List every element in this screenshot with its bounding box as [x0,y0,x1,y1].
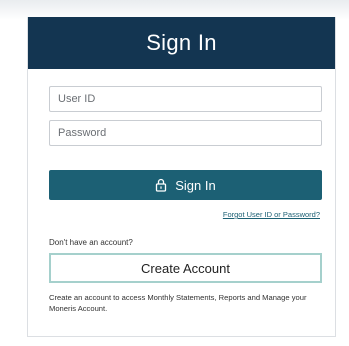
signin-card: Sign In Sign In Forgot User ID or Passwo… [27,17,336,337]
create-account-description: Create an account to access Monthly Stat… [49,293,307,313]
user-id-field[interactable] [49,86,322,112]
password-field[interactable] [49,120,322,146]
signin-button-label: Sign In [175,177,216,193]
signin-button[interactable]: Sign In [49,170,322,200]
card-header: Sign In [28,17,335,69]
forgot-credentials-link[interactable]: Forgot User ID or Password? [223,210,320,219]
create-account-label: Create Account [141,260,230,276]
create-account-button[interactable]: Create Account [49,253,322,283]
page: Sign In Sign In Forgot User ID or Passwo… [0,0,349,346]
lock-icon [155,178,167,192]
page-title: Sign In [146,30,217,55]
no-account-text: Don't have an account? [49,238,133,247]
